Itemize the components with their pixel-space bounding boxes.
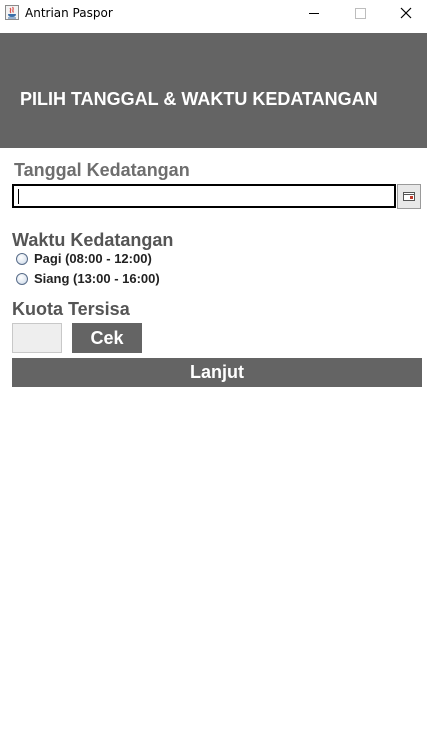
close-icon (400, 7, 412, 19)
header-banner: PILIH TANGGAL & WAKTU KEDATANGAN (0, 33, 427, 148)
arrival-time-label: Waktu Kedatangan (12, 230, 174, 250)
minimize-icon (309, 13, 319, 14)
radio-option-pagi[interactable]: Pagi (08:00 - 12:00) (16, 251, 152, 266)
radio-option-siang[interactable]: Siang (13:00 - 16:00) (16, 271, 160, 286)
radio-option-label: Siang (13:00 - 16:00) (34, 271, 160, 286)
window-titlebar: Antrian Paspor (0, 0, 427, 27)
java-app-icon (5, 5, 19, 20)
date-picker-button[interactable] (397, 184, 421, 209)
radio-option-label: Pagi (08:00 - 12:00) (34, 251, 152, 266)
window-title: Antrian Paspor (25, 6, 113, 20)
next-button[interactable]: Lanjut (12, 358, 422, 387)
close-button[interactable] (383, 0, 427, 27)
minimize-button[interactable] (291, 0, 337, 27)
check-quota-button[interactable]: Cek (72, 323, 142, 353)
calendar-icon (403, 192, 415, 201)
maximize-button[interactable] (337, 0, 383, 27)
quota-value-field (12, 323, 62, 353)
remaining-quota-label: Kuota Tersisa (12, 299, 130, 319)
arrival-date-label: Tanggal Kedatangan (14, 160, 190, 180)
maximize-icon (355, 8, 366, 19)
radio-button-icon[interactable] (16, 272, 28, 285)
arrival-date-field[interactable] (12, 184, 396, 208)
content-panel: PILIH TANGGAL & WAKTU KEDATANGAN Tanggal… (0, 27, 427, 736)
text-caret (18, 189, 19, 204)
radio-button-icon[interactable] (16, 252, 28, 265)
page-title: PILIH TANGGAL & WAKTU KEDATANGAN (20, 89, 378, 109)
